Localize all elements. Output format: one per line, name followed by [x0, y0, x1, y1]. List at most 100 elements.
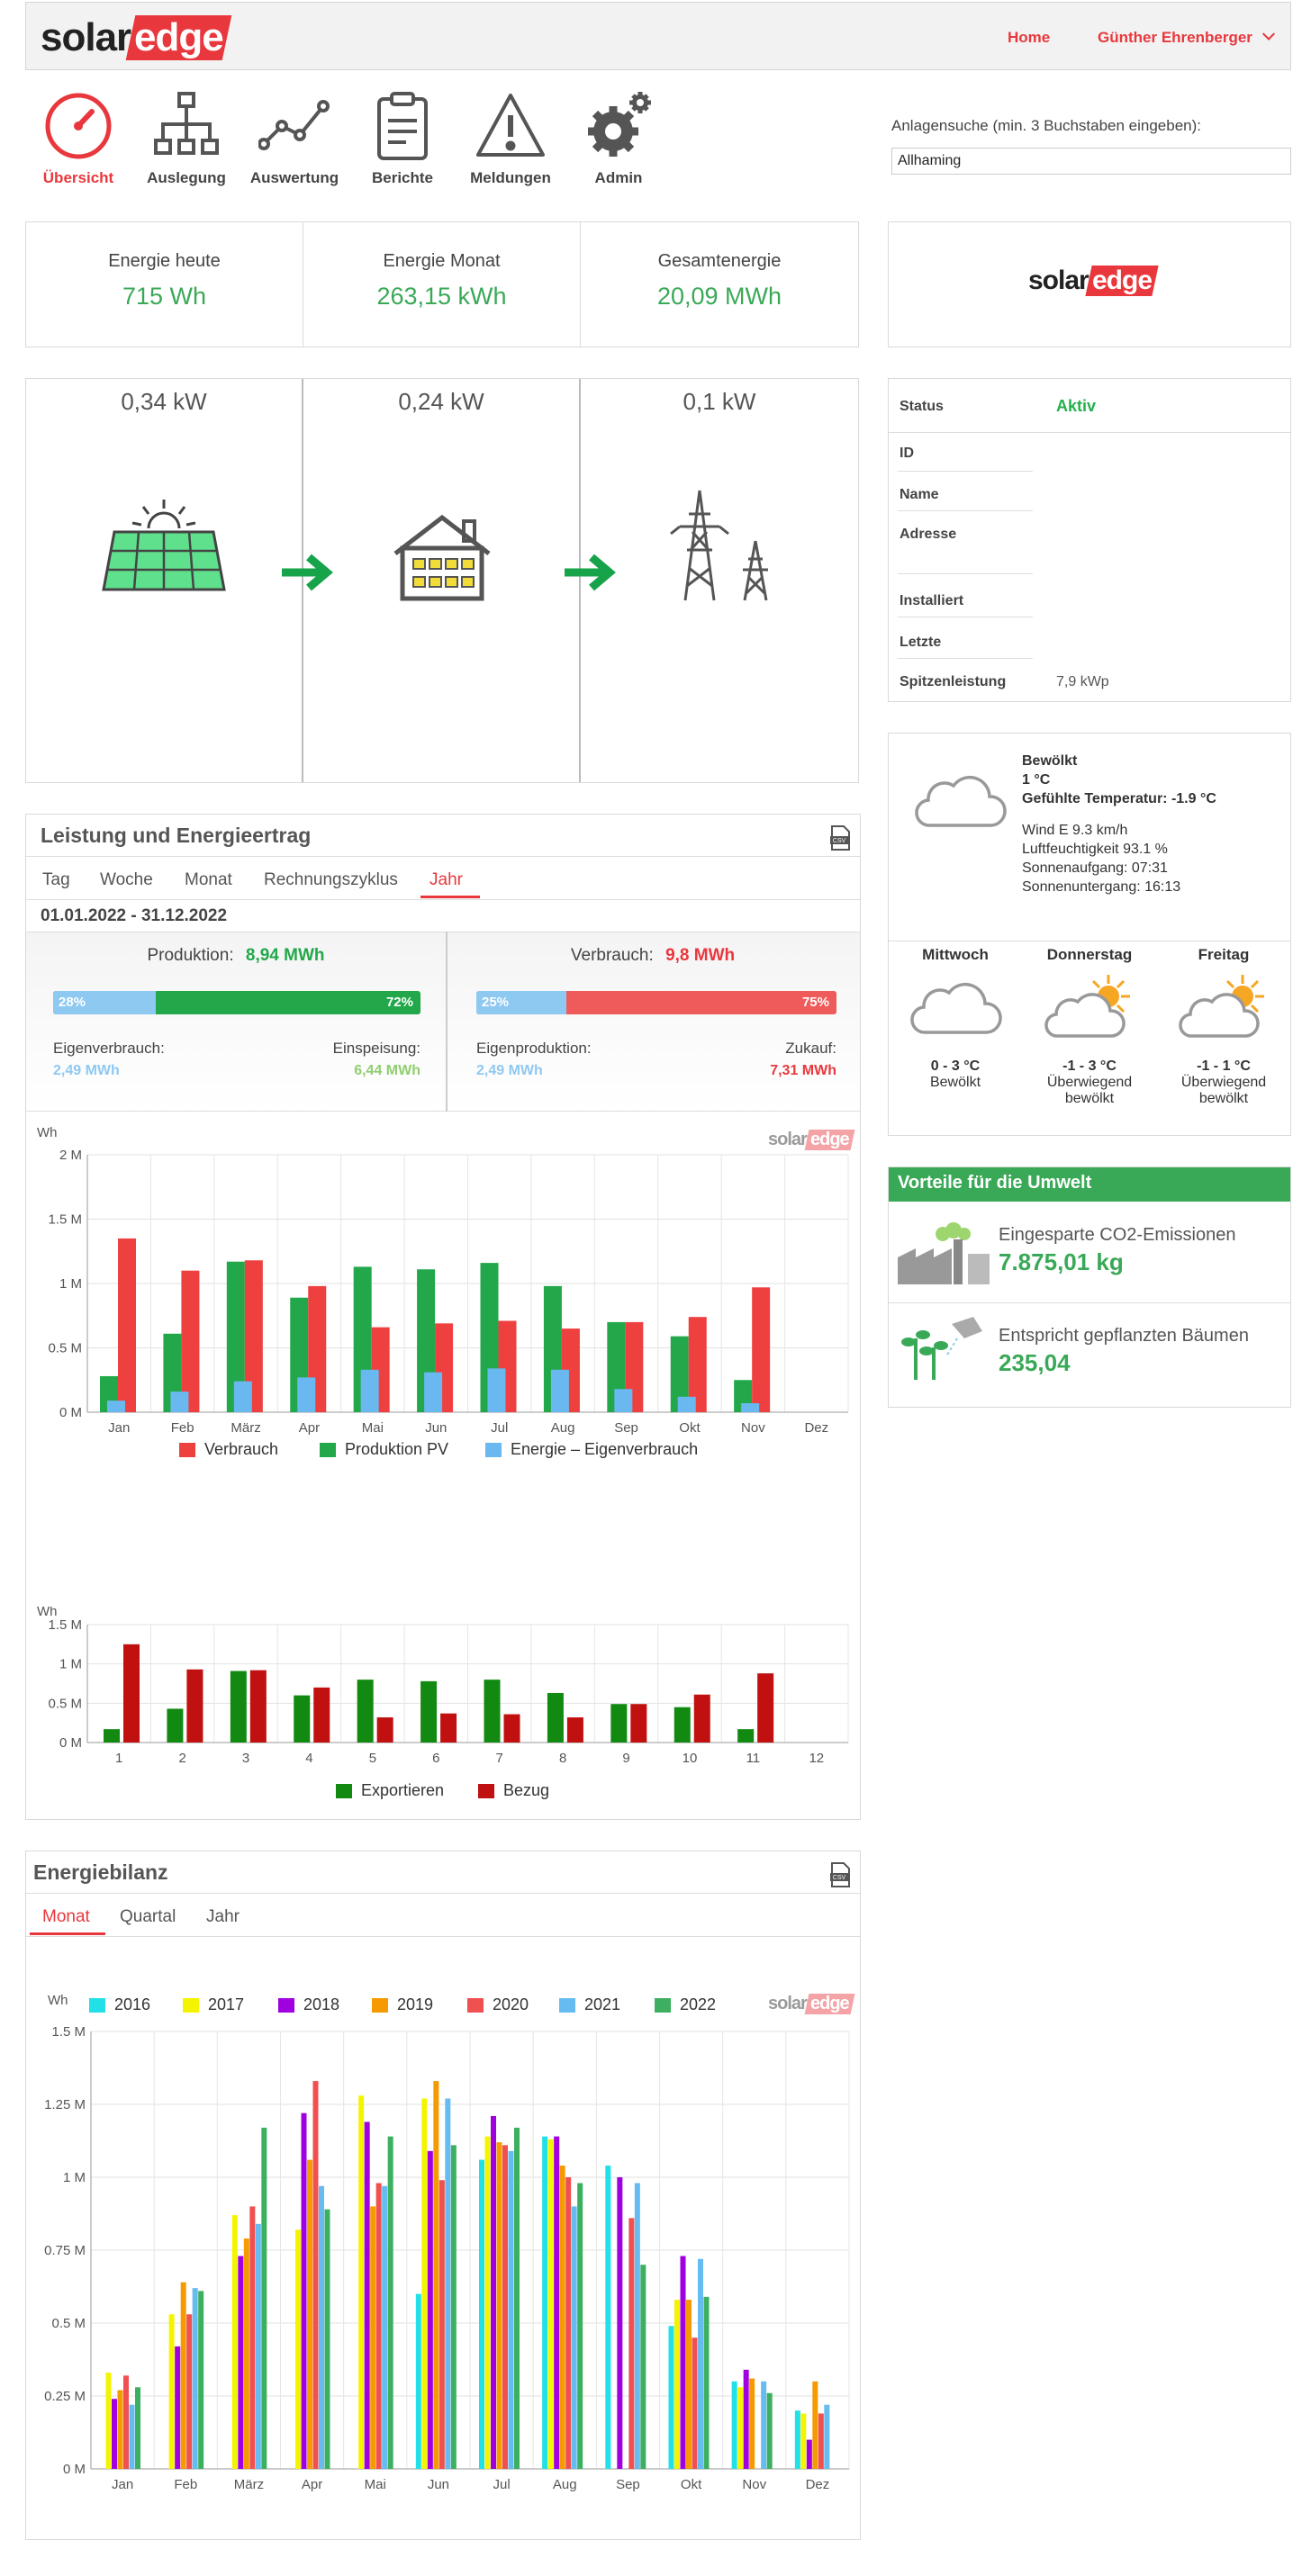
bar-2017 [800, 2413, 807, 2469]
bar-verbrauch [118, 1238, 136, 1412]
bar-2018 [364, 2121, 370, 2469]
bar-2018 [491, 2115, 496, 2469]
tab-month[interactable]: Monat [185, 870, 232, 890]
legend-label: Produktion PV [345, 1440, 448, 1458]
weather-panel: Bewölkt 1 °C Gefühlte Temperatur: -1.9 °… [888, 733, 1291, 1136]
monthly-energy-chart: Wh 0 M 0.5 M 1 M 1.5 M 2 M Jan Feb März Apr Mai Jun… [37, 1125, 849, 1458]
flow-pv: 0,34 kW [26, 379, 333, 782]
top-header: solar edge Home Günther Ehrenberger [25, 2, 1291, 70]
bar-2019 [812, 2381, 818, 2469]
bar-2021 [571, 2206, 577, 2469]
kpi-month: Energie Monat 263,15 kWh [303, 222, 581, 347]
bar-2021 [129, 2404, 135, 2469]
user-menu[interactable]: Günther Ehrenberger [1098, 27, 1275, 47]
bar-2022 [198, 2291, 204, 2469]
kpi-label: Energie Monat [383, 251, 501, 271]
solaredge-logo: solar edge [1028, 266, 1159, 296]
tab-year[interactable]: Jahr [429, 870, 463, 890]
y-tick-label: 1.25 M [44, 2097, 86, 2112]
legend-label: 2017 [208, 1995, 244, 2013]
trees-value: 235,04 [999, 1349, 1071, 1376]
bar-2021 [508, 2150, 514, 2469]
nav-admin[interactable]: Admin [569, 90, 668, 187]
bar-bezug [757, 1673, 774, 1743]
x-tick-label: Dez [806, 2477, 830, 2492]
bar-bezug [566, 1717, 583, 1743]
tab-quarter[interactable]: Quartal [120, 1907, 176, 1927]
user-name: Günther Ehrenberger [1098, 29, 1252, 46]
x-tick-label: März [231, 1420, 260, 1436]
bar-2019 [749, 2378, 755, 2469]
gauge-icon [45, 93, 112, 159]
bar-exportieren [104, 1729, 120, 1743]
home-link[interactable]: Home [1008, 29, 1050, 47]
house-icon [393, 514, 491, 601]
bar-exportieren [167, 1708, 184, 1743]
bar-2022 [261, 2127, 267, 2469]
tab-month[interactable]: Monat [42, 1907, 90, 1927]
production-bar: 28% 72% [53, 991, 420, 1014]
tab-year[interactable]: Jahr [206, 1907, 240, 1927]
nav-overview[interactable]: Übersicht [29, 90, 128, 187]
current-weather: Bewölkt 1 °C Gefühlte Temperatur: -1.9 °… [1022, 752, 1283, 896]
bar-2019 [686, 2300, 692, 2469]
forecast-day: Mittwoch 0 - 3 °C Bewölkt [889, 946, 1022, 1091]
x-tick-label: 1 [115, 1751, 122, 1766]
bar-2020 [249, 2206, 256, 2469]
forecast-cond: Überwiegend [1180, 1075, 1267, 1090]
y-tick-label: 1 M [63, 2170, 86, 2185]
csv-export-icon[interactable]: CSV [829, 825, 851, 851]
solaredge-logo[interactable]: solar edge [41, 15, 232, 60]
forecast-cond: Bewölkt [929, 1075, 981, 1090]
x-tick-label: Aug [551, 1420, 575, 1436]
y-tick-label: 1.5 M [48, 1212, 82, 1228]
bar-energie-eigenverbrauch [360, 1369, 379, 1412]
forecast-cond2: bewölkt [1064, 1091, 1115, 1106]
tab-week[interactable]: Woche [100, 870, 153, 890]
x-tick-label: Jul [493, 2477, 510, 2492]
search-input[interactable] [891, 148, 1291, 175]
nav-analysis[interactable]: Auswertung [245, 90, 344, 187]
gears-icon [588, 92, 651, 157]
cloud-icon [915, 775, 1007, 827]
x-tick-label: Mai [365, 2477, 386, 2492]
kpi-value: 263,15 kWh [376, 283, 507, 310]
purchase-value: 7,31 MWh [770, 1063, 836, 1078]
legend-label: Exportieren [361, 1781, 444, 1799]
plant-icon [901, 1317, 982, 1380]
csv-export-icon[interactable]: CSV [829, 1862, 851, 1887]
bar-exportieren [547, 1692, 564, 1743]
bar-2021 [824, 2404, 830, 2469]
x-tick-label: 9 [622, 1751, 629, 1766]
y-tick-label: 1 M [59, 1276, 82, 1292]
forecast-day-name: Freitag [1198, 946, 1250, 963]
x-tick-label: Jan [108, 1420, 130, 1436]
trend-icon [258, 100, 330, 150]
nav-alerts[interactable]: Meldungen [461, 90, 560, 187]
tab-billing-cycle[interactable]: Rechnungszyklus [264, 870, 398, 890]
bar-2017 [737, 2387, 744, 2469]
consumption-summary: Verbrauch: 9,8 MWh [446, 946, 860, 966]
tab-day[interactable]: Tag [42, 870, 70, 890]
production-value: 8,94 MWh [245, 946, 325, 965]
date-range: 01.01.2022 - 31.12.2022 [41, 906, 228, 925]
kpi-panel: Energie heute 715 Wh Energie Monat 263,1… [25, 221, 859, 347]
sunset: Sonnenuntergang: 16:13 [1022, 879, 1181, 895]
nav-layout[interactable]: Auslegung [137, 90, 236, 187]
active-tab-underline [420, 896, 480, 898]
bar-2020 [123, 2375, 129, 2469]
bar-2021 [698, 2258, 703, 2469]
nav-reports[interactable]: Berichte [353, 90, 452, 187]
y-tick-label: 0.5 M [48, 1341, 82, 1356]
bar-2019 [243, 2238, 249, 2469]
bar-2016 [731, 2381, 737, 2469]
current-temp: 1 °C [1022, 772, 1051, 788]
bar-exportieren [420, 1680, 438, 1743]
nav-label: Berichte [371, 169, 434, 186]
bar-2020 [565, 2177, 572, 2469]
x-tick-label: Feb [174, 2477, 197, 2492]
id-label: ID [900, 446, 914, 461]
bar-energie-eigenverbrauch [550, 1369, 569, 1412]
power-energy-panel: Leistung und Energieertrag CSV Tag Woche… [25, 814, 861, 1820]
kpi-value: 20,09 MWh [656, 283, 782, 310]
